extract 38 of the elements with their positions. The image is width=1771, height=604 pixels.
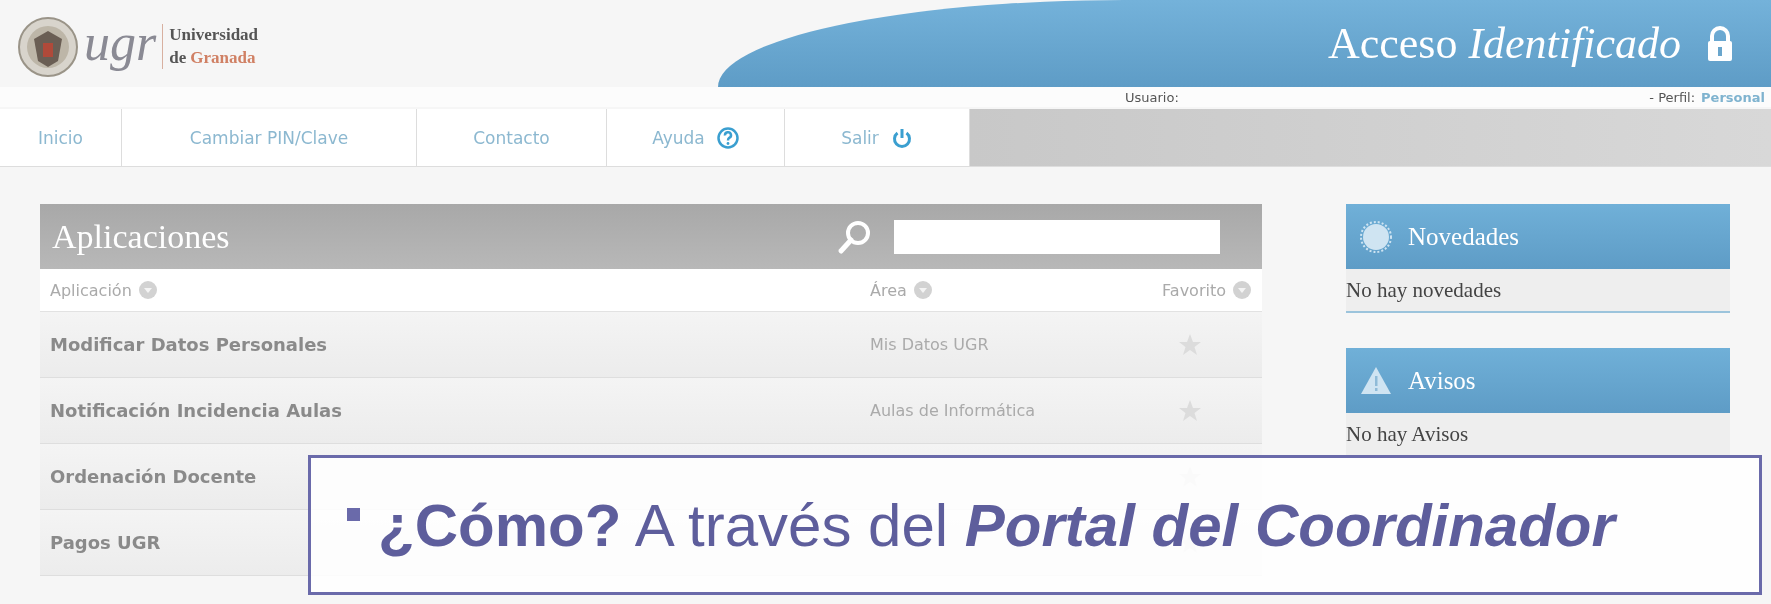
app-link[interactable]: Notificación Incidencia Aulas — [50, 400, 342, 421]
panel-title: Novedades — [1408, 222, 1520, 251]
column-header[interactable]: Favorito — [1162, 280, 1226, 300]
app-link[interactable]: Modificar Datos Personales — [50, 334, 328, 355]
power-icon — [890, 126, 913, 149]
column-header[interactable]: Aplicación — [50, 280, 132, 300]
sort-icon — [912, 280, 933, 300]
help-icon — [716, 126, 739, 149]
panel-message: No hay Avisos — [1346, 421, 1469, 447]
nav-link[interactable]: Ayuda — [607, 109, 785, 166]
search-field[interactable] — [894, 219, 1220, 254]
logo-granada: Granada — [190, 46, 256, 69]
table-cell: Aulas de Informática — [870, 401, 1036, 420]
bullet-icon — [347, 507, 360, 521]
logo-university: Universidad — [169, 23, 259, 46]
sort-icon — [1232, 280, 1252, 300]
nav-link[interactable]: Contacto — [417, 109, 607, 166]
profile-label: - Perfil: — [1649, 89, 1696, 105]
nav-link[interactable]: Salir — [785, 109, 970, 166]
logo-de: de — [169, 46, 187, 69]
table-cell: Mis Datos UGR — [870, 335, 989, 354]
sort-icon — [137, 280, 158, 300]
padlock-icon — [1707, 25, 1733, 62]
user-label: Usuario: — [1125, 89, 1179, 105]
badge-icon — [1360, 220, 1392, 253]
panel-message: No hay novedades — [1346, 277, 1502, 303]
panel-title: Avisos — [1408, 366, 1476, 395]
crest-icon — [18, 16, 78, 77]
page-title: Acceso Identificado — [1327, 18, 1681, 69]
column-header[interactable]: Área — [870, 280, 907, 300]
nav-link[interactable]: Inicio — [0, 109, 122, 166]
logo-wordmark: ugr — [84, 16, 157, 69]
search-icon — [836, 218, 870, 255]
profile-value: Personal — [1701, 89, 1765, 105]
app-link[interactable]: Ordenación Docente — [50, 466, 257, 487]
panel-title: Aplicaciones — [52, 217, 231, 256]
app-link[interactable]: Pagos UGR — [50, 532, 161, 553]
nav-link[interactable]: Cambiar PIN/Clave — [122, 109, 417, 166]
